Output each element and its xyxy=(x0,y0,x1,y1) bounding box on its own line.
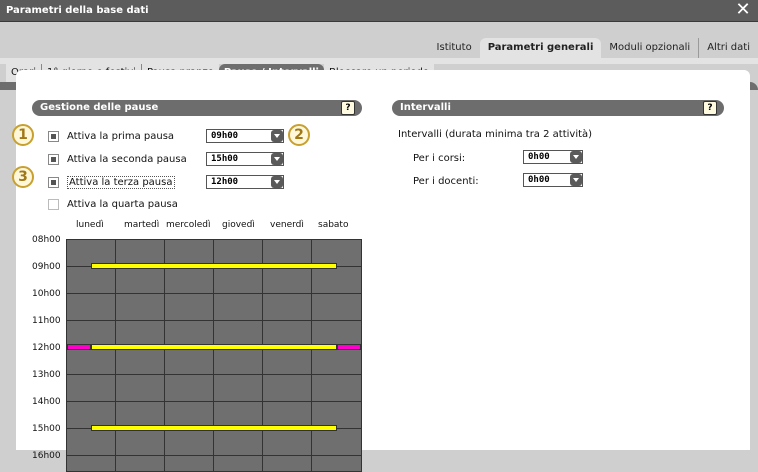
dropdown-docenti[interactable]: 0h00 xyxy=(523,173,583,187)
chevron-down-icon[interactable] xyxy=(271,130,283,142)
pause-row-2: Attiva la seconda pausa xyxy=(48,152,187,166)
label-quarta-pausa: Attiva la quarta pausa xyxy=(67,198,178,210)
callout-badge-2: 2 xyxy=(288,124,310,146)
pause-row-1: Attiva la prima pausa xyxy=(48,129,174,143)
pause-row-4: Attiva la quarta pausa xyxy=(48,197,178,211)
tab-altri-dati[interactable]: Altri dati xyxy=(698,38,758,58)
dropdown-value: 09h00 xyxy=(211,131,239,141)
label-seconda-pausa: Attiva la seconda pausa xyxy=(67,153,187,165)
section-title: Intervalli xyxy=(400,102,451,113)
section-title: Gestione delle pause xyxy=(40,102,159,113)
hour-label: 10h00 xyxy=(32,289,61,299)
hour-label: 13h00 xyxy=(32,370,61,380)
callout-badge-1: 1 xyxy=(12,124,34,146)
hour-label: 15h00 xyxy=(32,424,61,434)
day-label: venerdì xyxy=(270,220,304,230)
section-header-pauses: Gestione delle pause ? xyxy=(32,100,362,116)
dropdown-value: 12h00 xyxy=(211,177,239,187)
pause-bar-1200[interactable] xyxy=(91,344,337,350)
dropdown-prima-pausa[interactable]: 09h00 xyxy=(206,129,284,143)
label-per-i-corsi: Per i corsi: xyxy=(413,153,466,164)
hour-label: 08h00 xyxy=(32,235,61,245)
label-terza-pausa: Attiva la terza pausa xyxy=(67,175,175,189)
window-titlebar: Parametri della base dati ✕ xyxy=(0,0,758,22)
hour-label: 11h00 xyxy=(32,316,61,326)
section-header-intervals: Intervalli ? xyxy=(392,100,724,116)
grid-line xyxy=(67,455,361,456)
dropdown-corsi[interactable]: 0h00 xyxy=(523,150,583,164)
grid-line xyxy=(311,240,312,471)
grid-line xyxy=(164,240,165,471)
grid-line xyxy=(67,374,361,375)
dropdown-value: 0h00 xyxy=(528,175,550,185)
checkbox-terza-pausa[interactable] xyxy=(48,176,59,188)
grid-line xyxy=(67,320,361,321)
hour-label: 12h00 xyxy=(32,343,61,353)
dropdown-seconda-pausa[interactable]: 15h00 xyxy=(206,152,284,166)
intervals-description: Intervalli (durata minima tra 2 attività… xyxy=(398,129,593,140)
chevron-down-icon[interactable] xyxy=(271,176,283,188)
pause-bar-edge xyxy=(337,344,361,350)
top-tab-bar: Istituto Parametri generali Moduli opzio… xyxy=(428,38,758,58)
label-prima-pausa: Attiva la prima pausa xyxy=(67,130,175,142)
chevron-down-icon[interactable] xyxy=(271,153,283,165)
schedule-grid[interactable] xyxy=(66,239,362,472)
day-label: sabato xyxy=(318,220,349,230)
checkbox-seconda-pausa[interactable] xyxy=(48,153,59,165)
hour-label: 14h00 xyxy=(32,397,61,407)
dropdown-value: 15h00 xyxy=(211,154,239,164)
grid-line xyxy=(115,240,116,471)
hour-label: 09h00 xyxy=(32,262,61,272)
chevron-down-icon[interactable] xyxy=(570,151,582,163)
hour-label: 16h00 xyxy=(32,451,61,461)
dropdown-terza-pausa[interactable]: 12h00 xyxy=(206,175,284,189)
pause-row-3: Attiva la terza pausa xyxy=(48,175,175,189)
window-title: Parametri della base dati xyxy=(6,5,149,16)
label-per-i-docenti: Per i docenti: xyxy=(413,176,479,187)
grid-line xyxy=(262,240,263,471)
tab-parametri-generali[interactable]: Parametri generali xyxy=(479,38,602,58)
day-label: martedì xyxy=(124,220,160,230)
checkbox-prima-pausa[interactable] xyxy=(48,130,59,142)
day-label: lunedì xyxy=(76,220,104,230)
help-icon[interactable]: ? xyxy=(703,101,717,115)
grid-line xyxy=(67,293,361,294)
callout-badge-3: 3 xyxy=(12,166,34,188)
chevron-down-icon[interactable] xyxy=(570,174,582,186)
checkbox-quarta-pausa[interactable] xyxy=(48,198,59,210)
day-label: mercoledì xyxy=(166,220,211,230)
dropdown-value: 0h00 xyxy=(528,152,550,162)
pause-bar-0900[interactable] xyxy=(91,263,337,269)
help-icon[interactable]: ? xyxy=(341,101,355,115)
pause-bar-1500[interactable] xyxy=(91,425,337,431)
tab-moduli-opzionali[interactable]: Moduli opzionali xyxy=(601,38,699,58)
close-icon[interactable]: ✕ xyxy=(734,1,752,19)
grid-line xyxy=(213,240,214,471)
grid-line xyxy=(67,401,361,402)
pause-bar-edge xyxy=(67,344,91,350)
tab-istituto[interactable]: Istituto xyxy=(428,38,480,58)
day-label: giovedì xyxy=(222,220,255,230)
